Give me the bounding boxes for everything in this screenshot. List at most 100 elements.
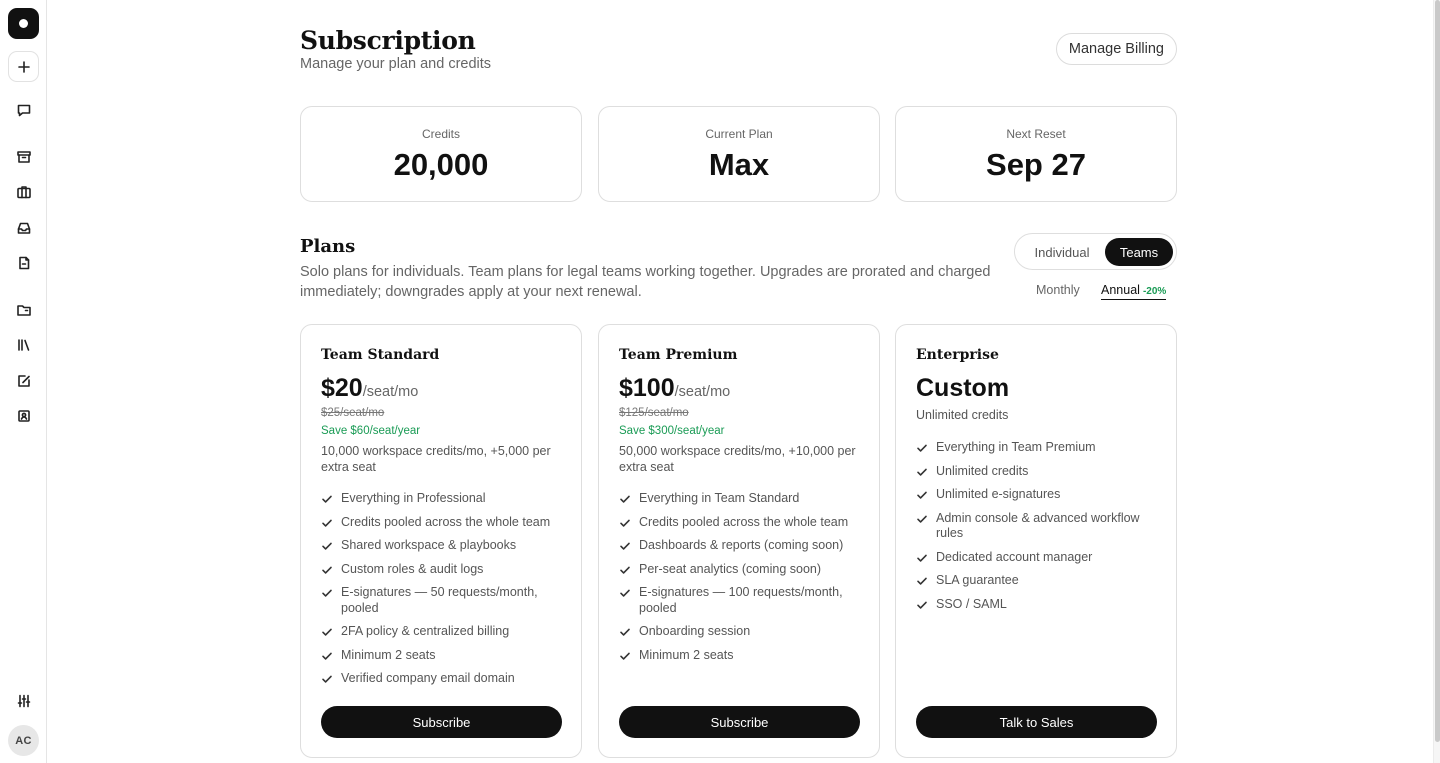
stat-label: Credits <box>421 127 460 141</box>
feature-item: Everything in Professional <box>321 491 566 507</box>
sidebar-item-contacts[interactable] <box>8 400 39 431</box>
check-icon <box>321 673 333 685</box>
plan-credits: 50,000 workspace credits/mo, +10,000 per… <box>619 444 856 474</box>
sidebar-item-inbox[interactable] <box>8 212 39 243</box>
plans-description: Solo plans for individuals. Team plans f… <box>300 264 991 300</box>
check-icon <box>619 650 631 662</box>
plan-old-price: $25/seat/mo <box>321 407 385 419</box>
folder-icon <box>16 304 31 316</box>
feature-text: E-signatures — 50 requests/month, pooled <box>341 585 538 615</box>
plan-features: Everything in Professional Credits pooled… <box>321 491 566 695</box>
toggle-individual[interactable]: Individual <box>1021 238 1103 266</box>
credits-stat: Credits 20,000 <box>300 106 582 202</box>
manage-billing-button[interactable]: Manage Billing <box>1055 33 1177 65</box>
billing-annual[interactable]: Annual -20% <box>1101 283 1167 300</box>
feature-item: Custom roles & audit logs <box>321 562 566 578</box>
check-icon <box>321 564 333 576</box>
current-plan-stat: Current Plan Max <box>598 106 880 202</box>
check-icon <box>619 626 631 638</box>
check-icon <box>916 513 928 525</box>
feature-text: Verified company email domain <box>341 671 515 685</box>
plan-savings: Save $60/seat/year <box>321 425 421 437</box>
feature-item: Dashboards & reports (coming soon) <box>619 538 864 554</box>
check-icon <box>916 599 928 611</box>
check-icon <box>619 540 631 552</box>
plan-price-unit: /seat/mo <box>674 384 731 400</box>
check-icon <box>916 552 928 564</box>
feature-text: Everything in Team Standard <box>639 491 800 505</box>
feature-text: Per-seat analytics (coming soon) <box>639 561 822 576</box>
billing-annual-label: Annual <box>1101 283 1140 297</box>
feature-item: Minimum 2 seats <box>321 648 566 664</box>
feature-item: Unlimited e-signatures <box>916 487 1161 503</box>
sidebar-item-cases[interactable] <box>8 176 39 207</box>
avatar[interactable]: AC <box>8 725 39 756</box>
feature-text: SSO / SAML <box>936 596 1007 611</box>
plan-price: $20 <box>321 374 363 402</box>
plus-icon <box>17 60 30 73</box>
feature-item: Credits pooled across the whole team <box>619 515 864 531</box>
sidebar-item-library[interactable] <box>8 329 39 360</box>
plan-name: Team Standard <box>321 347 440 363</box>
feature-item: Verified company email domain <box>321 671 566 687</box>
chat-icon <box>17 104 30 116</box>
new-button[interactable] <box>8 51 39 82</box>
sidebar-item-documents[interactable] <box>8 247 39 278</box>
stat-label: Current Plan <box>705 127 773 141</box>
check-icon <box>321 517 333 529</box>
plan-subtitle: Unlimited credits <box>916 408 1009 422</box>
feature-text: SLA guarantee <box>936 573 1019 587</box>
feature-item: E-signatures — 50 requests/month, pooled <box>321 585 566 616</box>
check-icon <box>916 489 928 501</box>
plan-type-toggle: Individual Teams <box>1014 233 1177 270</box>
plan-price-row: $100/seat/mo <box>619 374 730 403</box>
billing-monthly[interactable]: Monthly <box>1036 283 1080 297</box>
feature-item: SLA guarantee <box>916 573 1161 589</box>
plan-name: Team Premium <box>619 347 738 363</box>
scrollbar-thumb[interactable] <box>1435 0 1440 742</box>
feature-text: 2FA policy & centralized billing <box>341 624 510 638</box>
sidebar-item-archive[interactable] <box>8 141 39 172</box>
scrollbar[interactable] <box>1433 0 1440 763</box>
library-icon <box>17 338 29 351</box>
sidebar-item-settings[interactable] <box>8 685 39 716</box>
feature-item: Admin console & advanced workflow rules <box>916 511 1161 542</box>
feature-text: E-signatures — 100 requests/month, poole… <box>639 585 843 615</box>
plan-card-team-standard: Team Standard $20/seat/mo $25/seat/mo Sa… <box>300 324 582 758</box>
feature-text: Shared workspace & playbooks <box>341 538 517 552</box>
check-icon <box>619 517 631 529</box>
feature-text: Unlimited e-signatures <box>936 487 1061 501</box>
next-reset-stat: Next Reset Sep 27 <box>895 106 1177 202</box>
check-icon <box>619 587 631 599</box>
plan-card-team-premium: Team Premium $100/seat/mo $125/seat/mo S… <box>598 324 880 758</box>
sidebar-item-folders[interactable] <box>8 294 39 325</box>
subscribe-button[interactable]: Subscribe <box>321 706 562 738</box>
sidebar: AC <box>0 0 47 763</box>
toggle-teams[interactable]: Teams <box>1105 238 1173 266</box>
plan-name: Enterprise <box>916 347 999 363</box>
stat-label: Next Reset <box>1006 127 1066 141</box>
feature-item: Dedicated account manager <box>916 550 1161 566</box>
check-icon <box>916 466 928 478</box>
sidebar-item-drafts[interactable] <box>8 365 39 396</box>
talk-to-sales-button[interactable]: Talk to Sales <box>916 706 1157 738</box>
check-icon <box>916 575 928 587</box>
plan-features: Everything in Team Premium Unlimited cred… <box>916 440 1161 620</box>
feature-text: Minimum 2 seats <box>341 647 436 662</box>
feature-text: Unlimited credits <box>936 463 1029 478</box>
documents-icon <box>18 256 29 269</box>
check-icon <box>321 626 333 638</box>
sidebar-item-chat[interactable] <box>8 94 39 125</box>
logo-icon[interactable] <box>8 8 39 39</box>
feature-item: E-signatures — 100 requests/month, poole… <box>619 585 864 616</box>
stat-value: Sep 27 <box>986 147 1086 182</box>
subscribe-button[interactable]: Subscribe <box>619 706 860 738</box>
check-icon <box>619 564 631 576</box>
contact-icon <box>17 409 30 422</box>
page-title: Subscription <box>300 26 476 55</box>
feature-text: Credits pooled across the whole team <box>341 514 551 529</box>
feature-item: 2FA policy & centralized billing <box>321 624 566 640</box>
feature-text: Dashboards & reports (coming soon) <box>639 538 844 552</box>
plan-price-row: $20/seat/mo <box>321 374 418 403</box>
feature-text: Custom roles & audit logs <box>341 561 484 576</box>
